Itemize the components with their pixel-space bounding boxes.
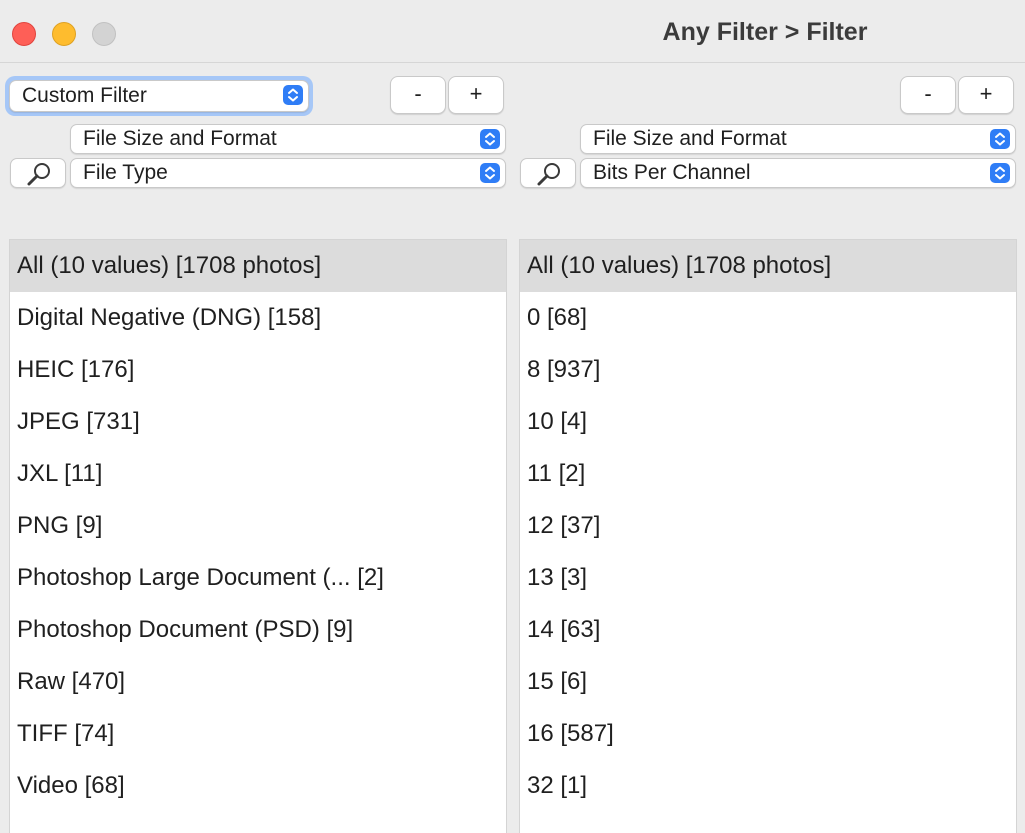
list-item[interactable]: All (10 values) [1708 photos] [10, 240, 506, 292]
list-item[interactable]: JPEG [731] [10, 396, 506, 448]
filter-mode-label: Custom Filter [22, 84, 147, 107]
list-item[interactable]: HEIC [176] [10, 344, 506, 396]
list-item[interactable]: 11 [2] [520, 448, 1016, 500]
magnifier-icon [27, 163, 50, 186]
list-item[interactable]: PNG [9] [10, 500, 506, 552]
zoom-window-button[interactable] [92, 22, 116, 46]
right-category-popup[interactable]: File Size and Format [580, 124, 1016, 154]
list-item[interactable]: 12 [37] [520, 500, 1016, 552]
list-item[interactable]: Raw [470] [10, 656, 506, 708]
right-search-button[interactable] [520, 158, 576, 188]
window-title: Any Filter > Filter [662, 18, 868, 46]
list-item[interactable]: Photoshop Large Document (... [2] [10, 552, 506, 604]
list-item[interactable]: 0 [68] [520, 292, 1016, 344]
close-window-button[interactable] [12, 22, 36, 46]
list-item[interactable]: 13 [3] [520, 552, 1016, 604]
title-bar: Any Filter > Filter [0, 0, 1025, 63]
list-item[interactable]: 16 [587] [520, 708, 1016, 760]
list-item[interactable]: 8 [937] [520, 344, 1016, 396]
list-item[interactable]: TIFF [74] [10, 708, 506, 760]
popup-chevrons-icon [990, 129, 1010, 149]
list-item[interactable]: JXL [11] [10, 448, 506, 500]
minimize-window-button[interactable] [52, 22, 76, 46]
filter-mode-popup[interactable]: Custom Filter [9, 80, 309, 112]
left-category-popup[interactable]: File Size and Format [70, 124, 506, 154]
left-category-label: File Size and Format [83, 127, 277, 150]
popup-chevrons-icon [990, 163, 1010, 183]
popup-chevrons-icon [480, 163, 500, 183]
list-item[interactable]: 32 [1] [520, 760, 1016, 812]
left-field-popup[interactable]: File Type [70, 158, 506, 188]
list-item[interactable]: Digital Negative (DNG) [158] [10, 292, 506, 344]
left-add-criterion-button[interactable]: + [448, 76, 504, 114]
popup-chevrons-icon [283, 85, 303, 105]
magnifier-icon [537, 163, 560, 186]
list-item[interactable]: Photoshop Document (PSD) [9] [10, 604, 506, 656]
right-field-popup[interactable]: Bits Per Channel [580, 158, 1016, 188]
list-item[interactable]: Video [68] [10, 760, 506, 812]
right-category-label: File Size and Format [593, 127, 787, 150]
list-item[interactable]: 14 [63] [520, 604, 1016, 656]
right-remove-criterion-button[interactable]: - [900, 76, 956, 114]
left-remove-criterion-button[interactable]: - [390, 76, 446, 114]
filter-mode-focus-ring: Custom Filter [5, 76, 313, 116]
right-field-label: Bits Per Channel [593, 161, 751, 184]
right-add-criterion-button[interactable]: + [958, 76, 1014, 114]
list-item[interactable]: 10 [4] [520, 396, 1016, 448]
left-field-label: File Type [83, 161, 168, 184]
left-values-list[interactable]: All (10 values) [1708 photos] Digital Ne… [9, 239, 507, 833]
left-search-button[interactable] [10, 158, 66, 188]
right-values-list[interactable]: All (10 values) [1708 photos] 0 [68] 8 [… [519, 239, 1017, 833]
popup-chevrons-icon [480, 129, 500, 149]
list-item[interactable]: 15 [6] [520, 656, 1016, 708]
list-item[interactable]: All (10 values) [1708 photos] [520, 240, 1016, 292]
